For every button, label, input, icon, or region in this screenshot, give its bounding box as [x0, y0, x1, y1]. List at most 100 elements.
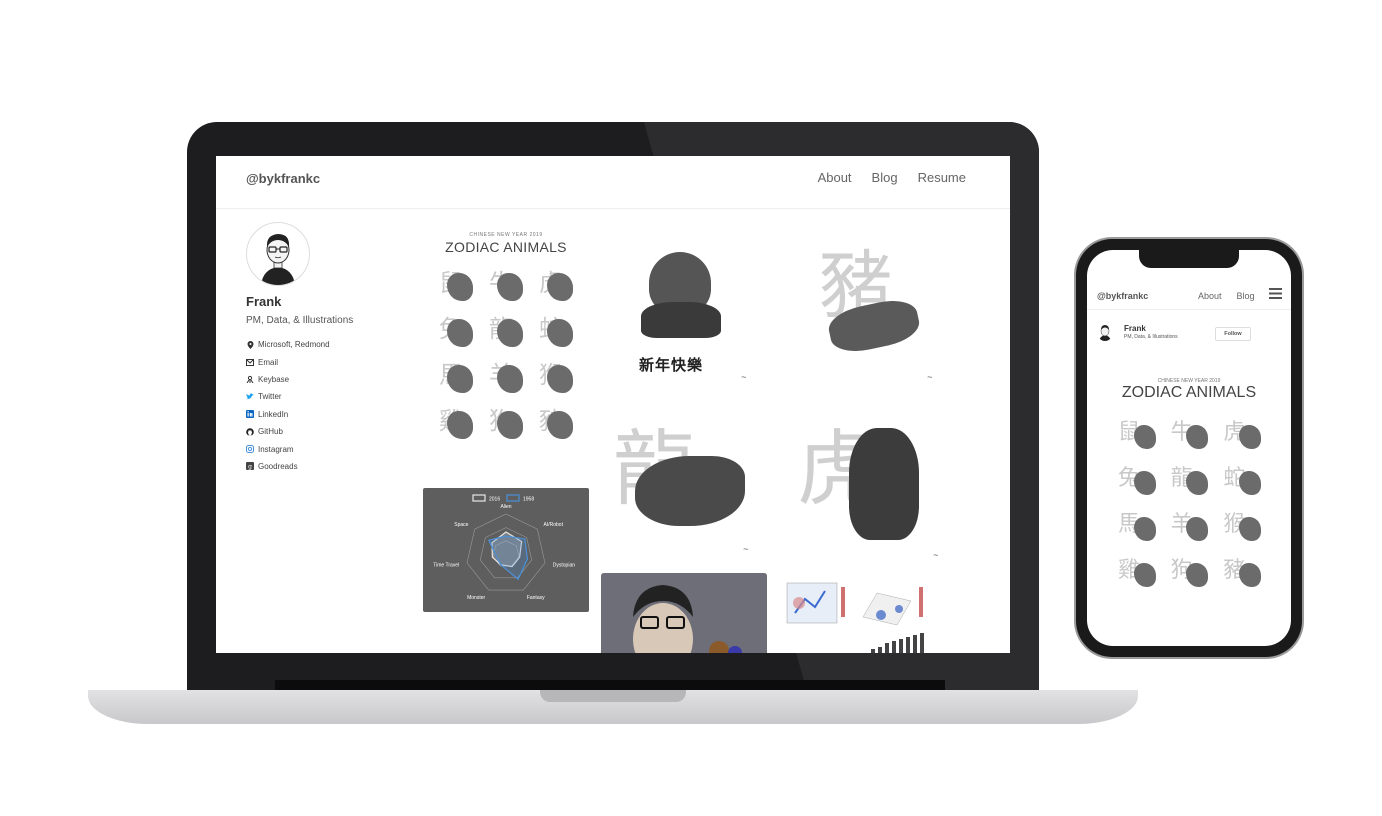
link-github[interactable]: GitHub [246, 423, 416, 440]
link-email[interactable]: Email [246, 353, 416, 370]
goat-illustration [497, 365, 523, 393]
zodiac-cell: 兔 [437, 309, 479, 349]
linkedin-icon [246, 410, 254, 419]
radar-axis-label: Time Travel [433, 563, 459, 569]
keybase-icon [246, 375, 254, 384]
email-icon [246, 358, 254, 366]
legend-label: 1958 [523, 497, 534, 503]
monkey-illustration [1239, 517, 1261, 541]
svg-text:g: g [248, 464, 252, 471]
phone-frame: @bykfrankc About Blog Frank PM, Data, & … [1076, 239, 1302, 657]
signature-mark: ~ [933, 550, 939, 560]
tiger-illustration [849, 428, 919, 540]
nav-blog-link[interactable]: Blog [872, 170, 898, 185]
snake-illustration [1239, 471, 1261, 495]
portrait-illustration [601, 573, 767, 653]
phone-zodiac-title: ZODIAC ANIMALS [1121, 384, 1257, 401]
radar-axis-label: AI/Robot [544, 522, 564, 528]
phone-avatar [1097, 323, 1113, 341]
link-instagram-label[interactable]: Instagram [258, 445, 294, 454]
link-keybase[interactable]: Keybase [246, 371, 416, 388]
link-github-label[interactable]: GitHub [258, 427, 283, 436]
zodiac-cell: 狗 [1170, 552, 1213, 588]
link-goodreads-label[interactable]: Goodreads [258, 462, 298, 471]
laptop-base [88, 690, 1138, 724]
link-goodreads[interactable]: g Goodreads [246, 458, 416, 475]
location-icon [246, 340, 254, 349]
goodreads-icon: g [246, 462, 254, 471]
zodiac-title: ZODIAC ANIMALS [445, 239, 567, 255]
legend-swatch [506, 494, 520, 502]
rabbit-illustration [447, 319, 473, 347]
zodiac-grid: 鼠 牛 虎 兔 龍 蛇 馬 羊 猴 雞 狗 豬 [437, 263, 579, 441]
tiger-tile[interactable]: 虎 ~ [789, 406, 955, 566]
link-keybase-label[interactable]: Keybase [258, 375, 289, 384]
phone-site-brand[interactable]: @bykfrankc [1097, 291, 1148, 301]
radar-axis-label: Dystopian [553, 563, 575, 569]
science-figure-tile[interactable] [781, 573, 947, 653]
dragon-tile[interactable]: 龍 ~ [601, 406, 767, 566]
instagram-icon [246, 445, 254, 454]
monkey-illustration [547, 365, 573, 393]
profile-sidebar: Frank PM, Data, & Illustrations Microsof… [246, 222, 416, 475]
laptop-hinge [275, 680, 945, 690]
hamburger-icon[interactable] [1269, 288, 1282, 301]
dog-illustration [1186, 563, 1209, 587]
zodiac-cell: 猴 [1222, 506, 1265, 542]
site-nav: About Blog Resume [818, 170, 966, 185]
link-location: Microsoft, Redmond [246, 336, 416, 353]
signature-mark: ~ [927, 372, 933, 382]
pig-illustration [1239, 563, 1261, 587]
tiger-illustration [547, 273, 573, 301]
follow-button[interactable]: Follow [1215, 327, 1251, 341]
link-twitter[interactable]: Twitter [246, 388, 416, 405]
snake-illustration [547, 319, 573, 347]
dragon-illustration [1186, 471, 1209, 495]
lion-dance-tile[interactable]: 新年快樂 ~ [601, 232, 767, 392]
zodiac-cell: 蛇 [537, 309, 579, 349]
dog-illustration [497, 411, 523, 439]
phone-nav-blog-link[interactable]: Blog [1237, 291, 1255, 301]
lion-caption: 新年快樂 [639, 357, 704, 374]
github-icon [246, 427, 254, 436]
rat-illustration [447, 273, 473, 301]
zodiac-cell: 蛇 [1222, 460, 1265, 496]
zodiac-cell: 豬 [537, 401, 579, 441]
site-brand[interactable]: @bykfrankc [246, 171, 320, 186]
zodiac-cell: 豬 [1222, 552, 1265, 588]
profile-name: Frank [246, 294, 282, 309]
zodiac-cell: 馬 [1117, 506, 1160, 542]
radar-chart-tile[interactable]: Alien AI/Robot Dystopian Fantasy Monster Time… [423, 488, 589, 612]
pig-tile[interactable]: 豬 ~ [789, 232, 955, 392]
link-linkedin[interactable]: LinkedIn [246, 406, 416, 423]
nav-resume-link[interactable]: Resume [918, 170, 966, 185]
ox-illustration [497, 273, 523, 301]
link-twitter-label[interactable]: Twitter [258, 392, 282, 401]
phone-screen: @bykfrankc About Blog Frank PM, Data, & … [1087, 250, 1291, 646]
twitter-icon [246, 393, 254, 401]
signature-mark: ~ [741, 372, 747, 382]
phone-nav: About Blog [1198, 291, 1255, 301]
link-linkedin-label[interactable]: LinkedIn [258, 410, 288, 419]
laptop-lid: @bykfrankc About Blog Resume Frank PM, D… [187, 122, 1039, 696]
ox-illustration [1186, 425, 1209, 449]
laptop-screen: @bykfrankc About Blog Resume Frank PM, D… [216, 156, 1010, 653]
zodiac-cell: 羊 [1170, 506, 1213, 542]
phone-nav-about-link[interactable]: About [1198, 291, 1222, 301]
zodiac-animals-tile[interactable]: CHINESE NEW YEAR 2019 ZODIAC ANIMALS 鼠 牛… [423, 232, 589, 460]
lion-body-illustration [641, 302, 721, 338]
zodiac-cell: 虎 [1222, 414, 1265, 450]
legend-swatch [472, 494, 486, 502]
link-location-label: Microsoft, Redmond [258, 340, 330, 350]
nav-about-link[interactable]: About [818, 170, 852, 185]
dragon-illustration [635, 456, 745, 526]
link-email-label[interactable]: Email [258, 358, 278, 367]
zodiac-cell: 羊 [487, 355, 529, 395]
phone-zodiac-grid[interactable]: 鼠 牛 虎 兔 龍 蛇 馬 羊 猴 雞 狗 豬 [1117, 414, 1265, 588]
portrait-photo-tile[interactable] [601, 573, 767, 653]
profile-links: Microsoft, Redmond Email Keybase Twitter… [246, 336, 416, 475]
link-instagram[interactable]: Instagram [246, 440, 416, 457]
phone-notch [1139, 250, 1239, 268]
site-header: @bykfrankc About Blog Resume [216, 156, 1010, 209]
zodiac-cell: 牛 [1170, 414, 1213, 450]
